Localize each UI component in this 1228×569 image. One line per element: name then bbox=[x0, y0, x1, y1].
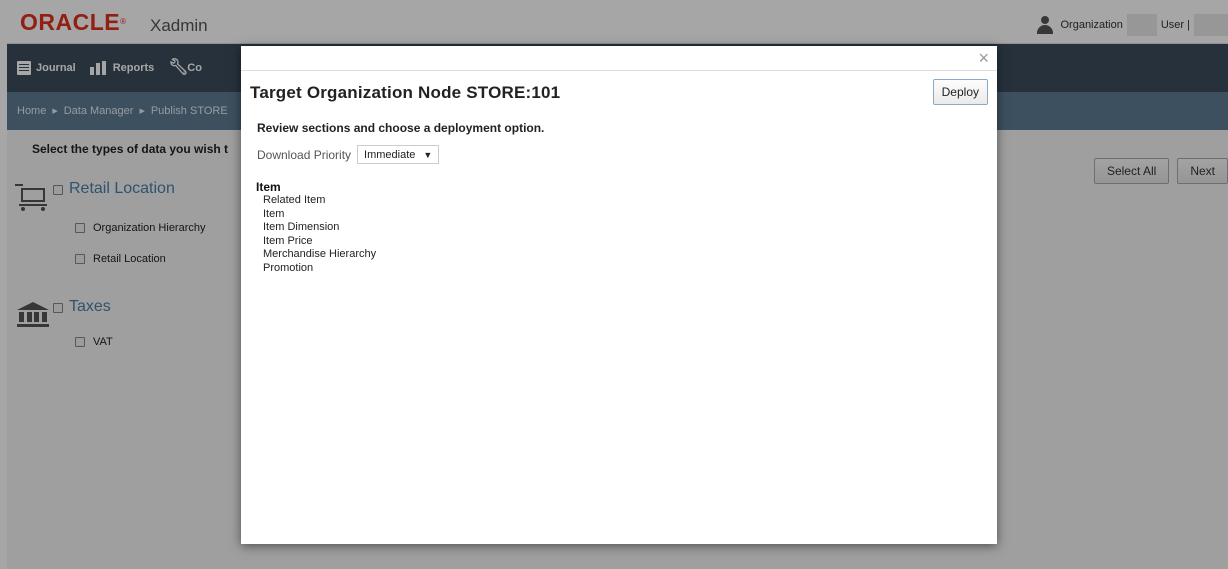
download-priority-value: Immediate bbox=[364, 148, 416, 161]
dialog-subtitle: Review sections and choose a deployment … bbox=[257, 121, 545, 135]
list-item: Merchandise Hierarchy bbox=[263, 248, 377, 260]
dialog-titlebar: × bbox=[241, 46, 997, 71]
list-item: Item Price bbox=[263, 234, 313, 247]
dropdown-arrow-icon: ▼ bbox=[423, 149, 433, 160]
deploy-dialog: × Target Organization Node STORE:101 Dep… bbox=[241, 46, 997, 544]
deploy-item-list: Item Related Item Item Item Dimension It… bbox=[256, 180, 376, 275]
list-item: Item Dimension bbox=[263, 221, 340, 233]
download-priority-select[interactable]: Immediate ▼ bbox=[357, 145, 440, 164]
list-item: Related Item bbox=[263, 194, 326, 206]
deploy-button[interactable]: Deploy bbox=[932, 79, 988, 105]
close-icon[interactable]: × bbox=[978, 49, 989, 67]
dialog-title: Target Organization Node STORE:101 bbox=[250, 83, 561, 102]
item-list-heading: Item bbox=[256, 180, 281, 194]
download-priority-row: Download Priority Immediate ▼ bbox=[257, 145, 440, 164]
download-priority-label: Download Priority bbox=[257, 147, 352, 162]
list-item: Promotion bbox=[263, 261, 314, 274]
list-item: Item bbox=[263, 207, 285, 220]
